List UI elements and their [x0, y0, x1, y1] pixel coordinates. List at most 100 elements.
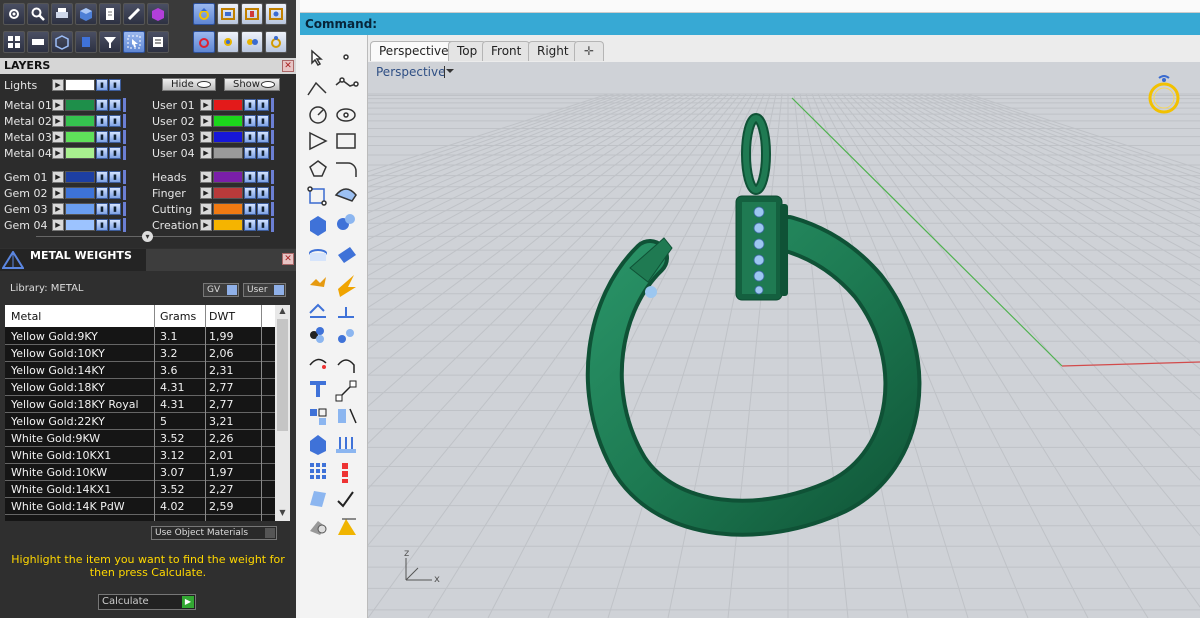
filter-icon[interactable] [99, 31, 121, 53]
lock-icon[interactable]: ▮ [96, 99, 108, 111]
expand-arrow-icon[interactable]: ▶ [52, 219, 64, 231]
layer-color-swatch[interactable] [65, 219, 95, 231]
column-header-metal[interactable]: Metal [11, 310, 41, 323]
lightning-icon[interactable] [334, 273, 358, 297]
viewport-menu-caret-icon[interactable] [444, 66, 454, 78]
project-icon[interactable] [334, 301, 358, 325]
visible-icon[interactable]: ▮ [109, 131, 121, 143]
cylinder-icon[interactable] [306, 243, 330, 267]
layer-color-swatch[interactable] [65, 99, 95, 111]
visible-icon[interactable]: ▮ [109, 99, 121, 111]
layer-row[interactable]: Heads ▶ ▮ ▮ [148, 170, 274, 184]
boolean-icon[interactable] [334, 213, 358, 237]
tab-right[interactable]: Right [528, 41, 578, 61]
lock-icon[interactable]: ▮ [96, 203, 108, 215]
frame-tool-3-icon[interactable] [265, 3, 287, 25]
list-icon[interactable] [147, 31, 169, 53]
sparkle-gem-icon[interactable] [217, 31, 239, 53]
lock-icon[interactable]: ▮ [244, 99, 256, 111]
layer-color-swatch[interactable] [213, 187, 243, 199]
scroll-down-icon[interactable]: ▼ [275, 508, 290, 520]
table-row[interactable]: White Gold:9KW 3.52 2,26 [5, 430, 275, 447]
lock-icon[interactable]: ▮ [96, 219, 108, 231]
expand-arrow-icon[interactable]: ▶ [200, 187, 212, 199]
visible-icon[interactable]: ▮ [109, 187, 121, 199]
loft-icon[interactable] [334, 185, 358, 209]
lock-icon[interactable]: ▮ [244, 203, 256, 215]
gem-cluster-icon[interactable] [241, 31, 263, 53]
add-tab-icon[interactable]: ✛ [574, 41, 605, 61]
arc-icon[interactable] [306, 353, 330, 377]
grid-icon[interactable] [3, 31, 25, 53]
visible-icon[interactable]: ▮ [257, 131, 269, 143]
visible-icon[interactable]: ▮ [257, 99, 269, 111]
layer-color-swatch[interactable] [65, 115, 95, 127]
spheres-icon[interactable] [306, 325, 330, 349]
visible-icon[interactable]: ▮ [257, 147, 269, 159]
lock-icon[interactable]: ▮ [96, 187, 108, 199]
ring-render-icon[interactable] [265, 31, 287, 53]
visible-icon[interactable]: ▮ [109, 115, 121, 127]
visible-icon[interactable]: ▮ [257, 187, 269, 199]
layer-row[interactable]: Metal 03 ▶ ▮ ▮ [0, 130, 126, 144]
table-row[interactable]: Yellow Gold:10KY 3.2 2,06 [5, 345, 275, 362]
close-icon[interactable]: ✕ [282, 253, 294, 265]
layer-row[interactable]: Finger ▶ ▮ ▮ [148, 186, 274, 200]
layer-row[interactable]: Gem 03 ▶ ▮ ▮ [0, 202, 126, 216]
zoom-icon[interactable] [27, 3, 49, 25]
fillet-icon[interactable] [334, 157, 358, 181]
print-icon[interactable] [51, 3, 73, 25]
visible-icon[interactable]: ▮ [257, 203, 269, 215]
tab-front[interactable]: Front [482, 41, 531, 61]
settings-icon[interactable] [3, 3, 25, 25]
lock-icon[interactable]: ▮ [96, 131, 108, 143]
command-bar[interactable]: Command: [300, 13, 1200, 35]
layer-color-swatch[interactable] [65, 147, 95, 159]
expand-arrow-icon[interactable]: ▶ [200, 115, 212, 127]
user-toggle[interactable]: User [243, 283, 286, 297]
document-icon[interactable] [99, 3, 121, 25]
frame-tool-1-icon[interactable] [217, 3, 239, 25]
visible-icon[interactable]: ▮ [109, 171, 121, 183]
point-icon[interactable] [334, 45, 358, 69]
close-icon[interactable]: ✕ [282, 60, 294, 72]
visible-icon[interactable]: ▮ [257, 171, 269, 183]
stack-icon[interactable] [334, 461, 358, 485]
triangle-icon[interactable] [306, 129, 330, 153]
layer-color-swatch[interactable] [213, 147, 243, 159]
perspective-viewport[interactable]: Perspective z x [368, 62, 1200, 618]
gv-toggle[interactable]: GV [203, 283, 239, 297]
layer-color-swatch[interactable] [213, 131, 243, 143]
layer-row[interactable]: User 03 ▶ ▮ ▮ [148, 130, 274, 144]
table-row[interactable]: White Gold:14KX1 3.52 2,27 [5, 481, 275, 498]
layer-color-swatch[interactable] [213, 219, 243, 231]
rectangle-icon[interactable] [334, 129, 358, 153]
expand-arrow-icon[interactable]: ▶ [200, 131, 212, 143]
scroll-up-icon[interactable]: ▲ [275, 306, 290, 318]
viewport-label[interactable]: Perspective [376, 65, 446, 79]
visible-icon[interactable]: ▮ [109, 79, 121, 91]
select-icon[interactable] [123, 31, 145, 53]
layer-row[interactable]: Gem 01 ▶ ▮ ▮ [0, 170, 126, 184]
lock-icon[interactable]: ▮ [96, 171, 108, 183]
layer-color-swatch[interactable] [213, 99, 243, 111]
layer-color-swatch[interactable] [65, 187, 95, 199]
lock-icon[interactable]: ▮ [244, 115, 256, 127]
layer-row[interactable]: User 01 ▶ ▮ ▮ [148, 98, 274, 112]
show-button[interactable]: Show [224, 78, 280, 91]
render-icon[interactable] [306, 519, 330, 543]
tab-top[interactable]: Top [448, 41, 487, 61]
tab-perspective[interactable]: Perspective [370, 41, 458, 61]
layer-row[interactable]: Metal 02 ▶ ▮ ▮ [0, 114, 126, 128]
ring-gem-icon[interactable] [193, 31, 215, 53]
table-row[interactable]: White Gold:10KW 3.07 1,97 [5, 464, 275, 481]
visible-icon[interactable]: ▮ [257, 115, 269, 127]
mirror-icon[interactable] [334, 407, 358, 431]
lock-icon[interactable]: ▮ [244, 131, 256, 143]
ellipse-icon[interactable] [334, 103, 358, 127]
text-icon[interactable] [306, 379, 330, 403]
calculate-button[interactable]: Calculate ▶ [98, 594, 196, 610]
solid-edit-icon[interactable] [306, 435, 330, 459]
dual-sphere-icon[interactable] [334, 325, 358, 349]
prongs-icon[interactable] [334, 435, 358, 459]
